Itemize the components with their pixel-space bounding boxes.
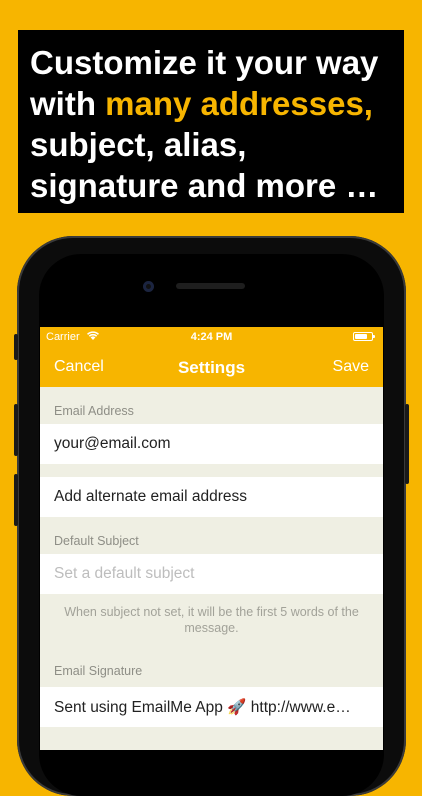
default-subject-input[interactable]: Set a default subject (40, 554, 383, 594)
status-time: 4:24 PM (190, 331, 233, 343)
headline-line-2: with many addresses, (30, 83, 392, 124)
headline-line-1: Customize it your way (30, 44, 379, 81)
subject-footer-note: When subject not set, it will be the fir… (64, 605, 359, 635)
phone-mute-switch (14, 334, 18, 360)
email-signature-section-header: Email Signature (54, 664, 143, 678)
add-alternate-email-label: Add alternate email address (54, 488, 248, 505)
headline-highlight: many addresses, (105, 85, 373, 122)
default-subject-section-header: Default Subject (54, 534, 139, 548)
email-address-value: your@email.com (54, 435, 171, 452)
front-camera-icon (143, 281, 154, 292)
phone-screen: Carrier 4:24 PM Cancel Settings Save Ema… (40, 327, 383, 750)
navigation-bar: Cancel Settings Save (40, 347, 383, 387)
headline-line-3: subject, alias, (30, 126, 247, 163)
headline-line-4: signature and more … (30, 167, 379, 204)
status-bar: Carrier 4:24 PM (40, 327, 383, 347)
phone-volume-down (14, 474, 18, 526)
headline-line-2-prefix: with (30, 85, 106, 122)
save-button[interactable]: Save (333, 358, 369, 376)
default-subject-placeholder: Set a default subject (54, 565, 195, 582)
earpiece-speaker (176, 283, 245, 289)
promo-headline: Customize it your way with many addresse… (18, 30, 404, 213)
email-address-section-header: Email Address (54, 404, 134, 418)
email-address-field[interactable]: your@email.com (40, 424, 383, 464)
email-signature-field[interactable]: Sent using EmailMe App 🚀 http://www.e… (40, 687, 383, 727)
phone-power-button (405, 404, 409, 484)
phone-volume-up (14, 404, 18, 456)
add-alternate-email-button[interactable]: Add alternate email address (40, 477, 383, 517)
email-signature-value: Sent using EmailMe App 🚀 http://www.e… (54, 698, 351, 716)
battery-icon (353, 332, 375, 341)
